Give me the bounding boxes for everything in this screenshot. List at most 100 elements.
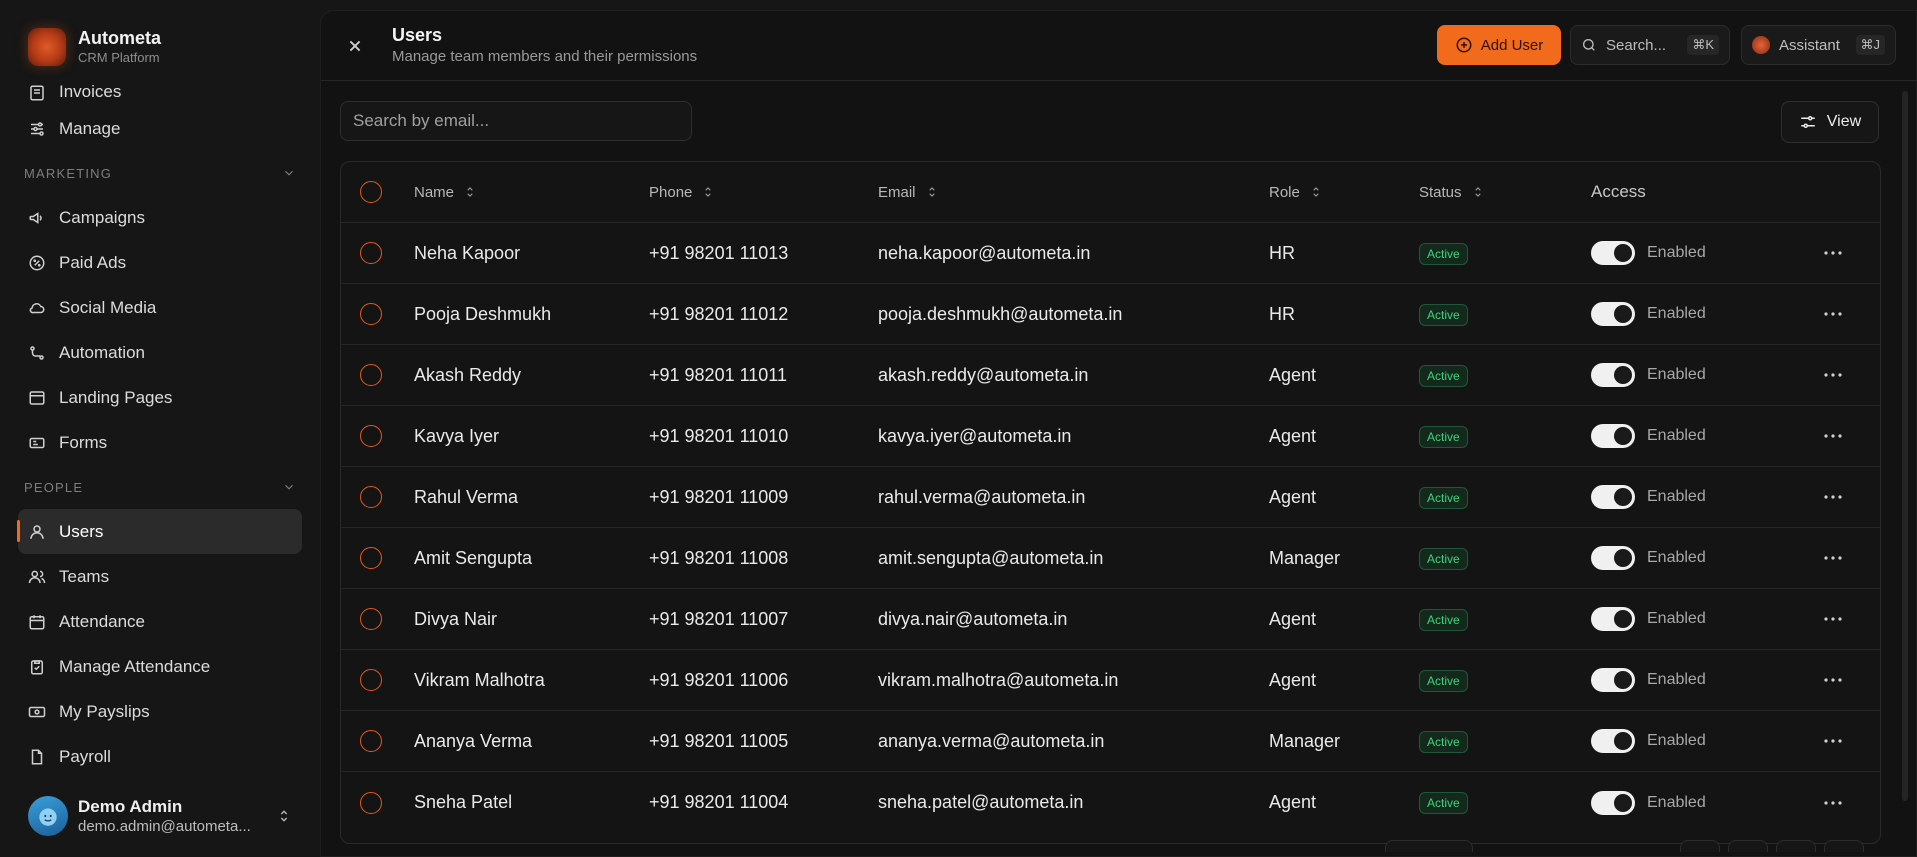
sidebar-item-paid-ads[interactable]: Paid Ads xyxy=(18,240,302,285)
sidebar-item-payroll[interactable]: Payroll xyxy=(18,734,302,779)
sidebar-item-label: Social Media xyxy=(59,297,157,317)
access-toggle[interactable] xyxy=(1591,363,1635,387)
table-row[interactable]: Pooja Deshmukh +91 98201 11012 pooja.des… xyxy=(341,284,1880,345)
column-header-role[interactable]: Role xyxy=(1269,184,1323,201)
more-horizontal-icon[interactable] xyxy=(1821,607,1845,631)
section-people[interactable]: PEOPLE xyxy=(18,465,302,509)
sidebar-item-label: Manage Attendance xyxy=(59,656,211,676)
access-toggle[interactable] xyxy=(1591,424,1635,448)
access-toggle[interactable] xyxy=(1591,241,1635,265)
brand[interactable]: Autometa CRM Platform xyxy=(28,28,161,66)
vertical-scrollbar[interactable] xyxy=(1902,91,1908,801)
row-checkbox[interactable] xyxy=(360,730,382,752)
row-checkbox[interactable] xyxy=(360,486,382,508)
close-icon[interactable] xyxy=(344,35,366,57)
sidebar-item-campaigns[interactable]: Campaigns xyxy=(18,195,302,240)
page-title: Users xyxy=(392,25,443,45)
row-checkbox[interactable] xyxy=(360,669,382,691)
more-horizontal-icon[interactable] xyxy=(1821,241,1845,265)
sidebar-item-forms[interactable]: Forms xyxy=(18,420,302,465)
cell-phone: +91 98201 11009 xyxy=(649,486,789,507)
more-horizontal-icon[interactable] xyxy=(1821,302,1845,326)
access-toggle[interactable] xyxy=(1591,302,1635,326)
user-email: demo.admin@autometa... xyxy=(78,817,251,835)
more-horizontal-icon[interactable] xyxy=(1821,546,1845,570)
more-horizontal-icon[interactable] xyxy=(1821,791,1845,815)
table-row[interactable]: Divya Nair +91 98201 11007 divya.nair@au… xyxy=(341,589,1880,650)
row-checkbox[interactable] xyxy=(360,608,382,630)
sliders-icon xyxy=(28,120,46,138)
access-toggle[interactable] xyxy=(1591,546,1635,570)
cell-role: Manager xyxy=(1269,547,1341,568)
view-options-button[interactable]: View xyxy=(1781,101,1879,143)
more-horizontal-icon[interactable] xyxy=(1821,729,1845,753)
cell-phone: +91 98201 11005 xyxy=(649,730,789,751)
cell-name: Neha Kapoor xyxy=(414,242,521,263)
table-row[interactable]: Amit Sengupta +91 98201 11008 amit.sengu… xyxy=(341,528,1880,589)
more-horizontal-icon[interactable] xyxy=(1821,485,1845,509)
table-row[interactable]: Vikram Malhotra +91 98201 11006 vikram.m… xyxy=(341,650,1880,711)
sort-icon xyxy=(928,187,935,197)
access-toggle[interactable] xyxy=(1591,668,1635,692)
select-all-checkbox[interactable] xyxy=(360,181,382,203)
table-row[interactable]: Ananya Verma +91 98201 11005 ananya.verm… xyxy=(341,711,1880,772)
pagination-button[interactable] xyxy=(1728,840,1768,852)
sidebar-item-landing-pages[interactable]: Landing Pages xyxy=(18,375,302,420)
sidebar-item-attendance[interactable]: Attendance xyxy=(18,599,302,644)
sidebar-item-label: Forms xyxy=(59,432,108,452)
chevron-down-icon xyxy=(285,484,293,490)
column-header-email[interactable]: Email xyxy=(878,184,939,201)
cell-role: Agent xyxy=(1269,792,1317,812)
column-label: Role xyxy=(1269,183,1300,201)
table-row[interactable]: Rahul Verma +91 98201 11009 rahul.verma@… xyxy=(341,467,1880,528)
more-horizontal-icon[interactable] xyxy=(1821,668,1845,692)
section-marketing[interactable]: MARKETING xyxy=(18,151,302,195)
row-checkbox[interactable] xyxy=(360,364,382,386)
sidebar-item-users[interactable]: Users xyxy=(17,509,302,554)
row-checkbox[interactable] xyxy=(360,547,382,569)
pagination-button[interactable] xyxy=(1680,840,1720,852)
megaphone-icon xyxy=(28,209,46,227)
sidebar-item-teams[interactable]: Teams xyxy=(18,554,302,599)
search-label: Search... xyxy=(1606,36,1667,54)
access-toggle[interactable] xyxy=(1591,485,1635,509)
row-checkbox[interactable] xyxy=(360,303,382,325)
form-icon xyxy=(28,434,46,452)
pagination-control[interactable] xyxy=(1385,840,1473,852)
sidebar-item-my-payslips[interactable]: My Payslips xyxy=(18,689,302,734)
cell-email: sneha.patel@autometa.in xyxy=(878,792,1084,812)
sidebar-item-automation[interactable]: Automation xyxy=(18,330,302,375)
pagination-button[interactable] xyxy=(1776,840,1816,852)
table-row[interactable]: Akash Reddy +91 98201 11011 akash.reddy@… xyxy=(341,345,1880,406)
table-row[interactable]: Sneha Patel +91 98201 11004 sneha.patel@… xyxy=(341,772,1880,833)
current-user-menu[interactable]: Demo Admin demo.admin@autometa... xyxy=(28,796,292,836)
table-row[interactable]: Kavya Iyer +91 98201 11010 kavya.iyer@au… xyxy=(341,406,1880,467)
row-checkbox[interactable] xyxy=(360,425,382,447)
cell-role: Agent xyxy=(1269,669,1317,690)
sort-icon xyxy=(1474,187,1481,197)
row-checkbox[interactable] xyxy=(360,791,382,814)
assistant-button[interactable]: Assistant ⌘J xyxy=(1741,25,1896,65)
add-user-button[interactable]: Add User xyxy=(1437,25,1561,65)
cell-role: Agent xyxy=(1269,486,1317,507)
table-row[interactable]: Neha Kapoor +91 98201 11013 neha.kapoor@… xyxy=(341,223,1880,284)
more-horizontal-icon[interactable] xyxy=(1821,424,1845,448)
access-toggle[interactable] xyxy=(1591,729,1635,753)
row-checkbox[interactable] xyxy=(360,242,382,264)
sidebar-item-manage[interactable]: Manage xyxy=(18,106,302,151)
access-toggle[interactable] xyxy=(1591,607,1635,631)
column-header-phone[interactable]: Phone xyxy=(649,184,715,201)
email-search-input[interactable] xyxy=(340,101,692,141)
access-toggle[interactable] xyxy=(1591,790,1635,815)
column-header-name[interactable]: Name xyxy=(414,184,477,201)
chevron-down-icon xyxy=(285,170,293,176)
search-icon xyxy=(1583,39,1595,51)
sidebar-item-invoices[interactable]: Invoices xyxy=(18,78,302,106)
sidebar-item-manage-attendance[interactable]: Manage Attendance xyxy=(18,644,302,689)
sidebar-item-social-media[interactable]: Social Media xyxy=(18,285,302,330)
pagination-button[interactable] xyxy=(1824,840,1864,852)
cell-role: HR xyxy=(1269,242,1295,263)
global-search-button[interactable]: Search... ⌘K xyxy=(1570,25,1730,65)
column-header-status[interactable]: Status xyxy=(1419,184,1485,201)
more-horizontal-icon[interactable] xyxy=(1821,363,1845,387)
